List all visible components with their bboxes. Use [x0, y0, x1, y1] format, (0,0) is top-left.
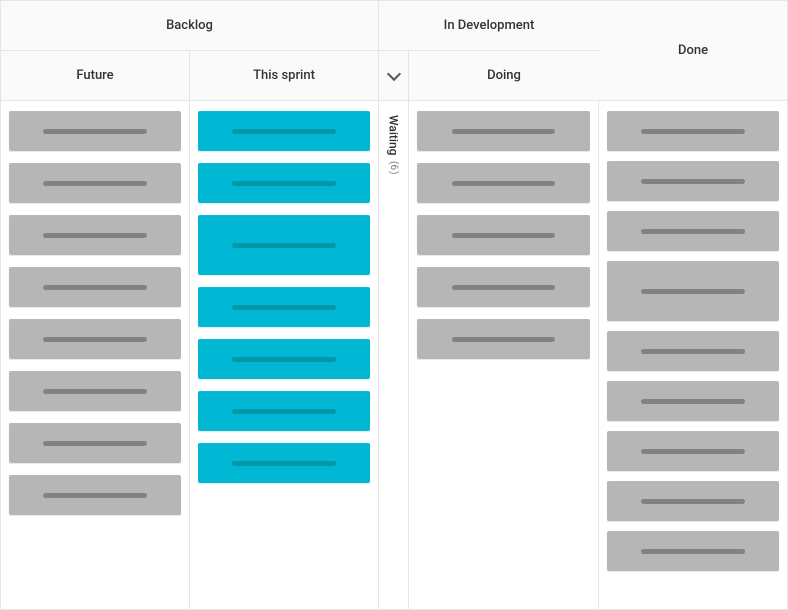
card-content-placeholder — [641, 549, 744, 554]
kanban-card[interactable] — [607, 531, 779, 571]
kanban-card[interactable] — [198, 163, 370, 203]
kanban-card[interactable] — [198, 287, 370, 327]
card-content-placeholder — [232, 129, 335, 134]
kanban-card[interactable] — [9, 111, 181, 151]
card-content-placeholder — [43, 181, 146, 186]
kanban-card[interactable] — [9, 475, 181, 515]
card-content-placeholder — [43, 129, 146, 134]
kanban-card[interactable] — [417, 111, 590, 151]
card-content-placeholder — [43, 441, 146, 446]
card-content-placeholder — [43, 493, 146, 498]
card-content-placeholder — [452, 181, 556, 186]
kanban-card[interactable] — [9, 267, 181, 307]
board-columns: Waiting 6 — [1, 101, 787, 609]
card-content-placeholder — [43, 337, 146, 342]
card-content-placeholder — [641, 129, 744, 134]
card-content-placeholder — [43, 389, 146, 394]
board-header: Backlog In Development Future This sprin… — [1, 1, 787, 101]
kanban-card[interactable] — [198, 391, 370, 431]
header-in-development: In Development — [379, 1, 599, 51]
card-content-placeholder — [43, 285, 146, 290]
card-content-placeholder — [641, 399, 744, 404]
card-content-placeholder — [641, 179, 744, 184]
card-content-placeholder — [232, 461, 335, 466]
kanban-board: Backlog In Development Future This sprin… — [0, 0, 788, 610]
header-future[interactable]: Future — [1, 51, 190, 101]
header-this-sprint[interactable]: This sprint — [190, 51, 379, 101]
kanban-card[interactable] — [607, 481, 779, 521]
kanban-card[interactable] — [198, 443, 370, 483]
kanban-card[interactable] — [417, 163, 590, 203]
kanban-card[interactable] — [607, 111, 779, 151]
kanban-card[interactable] — [607, 211, 779, 251]
card-content-placeholder — [641, 289, 744, 294]
header-left-group: Backlog In Development Future This sprin… — [1, 1, 599, 101]
column-waiting-collapsed[interactable]: Waiting 6 — [379, 101, 409, 609]
kanban-card[interactable] — [607, 261, 779, 321]
card-content-placeholder — [641, 349, 744, 354]
card-content-placeholder — [232, 357, 335, 362]
kanban-card[interactable] — [198, 215, 370, 275]
kanban-card[interactable] — [198, 111, 370, 151]
kanban-card[interactable] — [607, 431, 779, 471]
card-content-placeholder — [452, 233, 556, 238]
kanban-card[interactable] — [607, 161, 779, 201]
card-content-placeholder — [641, 229, 744, 234]
card-content-placeholder — [232, 305, 335, 310]
kanban-card[interactable] — [9, 163, 181, 203]
column-doing[interactable] — [409, 101, 599, 609]
kanban-card[interactable] — [607, 331, 779, 371]
kanban-card[interactable] — [9, 319, 181, 359]
card-content-placeholder — [452, 285, 556, 290]
header-done: Done — [599, 1, 787, 101]
kanban-card[interactable] — [9, 423, 181, 463]
card-content-placeholder — [641, 449, 744, 454]
chevron-down-icon — [386, 66, 400, 80]
card-content-placeholder — [452, 129, 556, 134]
kanban-card[interactable] — [417, 319, 590, 359]
header-doing[interactable]: Doing — [409, 51, 599, 101]
header-backlog: Backlog — [1, 1, 379, 51]
card-content-placeholder — [232, 181, 335, 186]
waiting-label: Waiting — [387, 115, 401, 155]
kanban-card[interactable] — [9, 371, 181, 411]
kanban-card[interactable] — [198, 339, 370, 379]
card-content-placeholder — [43, 233, 146, 238]
waiting-count: 6 — [388, 161, 399, 174]
kanban-card[interactable] — [9, 215, 181, 255]
column-this-sprint[interactable] — [190, 101, 379, 609]
column-done[interactable] — [599, 101, 787, 609]
kanban-card[interactable] — [417, 267, 590, 307]
kanban-card[interactable] — [607, 381, 779, 421]
card-content-placeholder — [232, 243, 335, 248]
card-content-placeholder — [641, 499, 744, 504]
column-future[interactable] — [1, 101, 190, 609]
collapse-waiting-toggle[interactable] — [379, 51, 409, 101]
kanban-card[interactable] — [417, 215, 590, 255]
card-content-placeholder — [452, 337, 556, 342]
card-content-placeholder — [232, 409, 335, 414]
